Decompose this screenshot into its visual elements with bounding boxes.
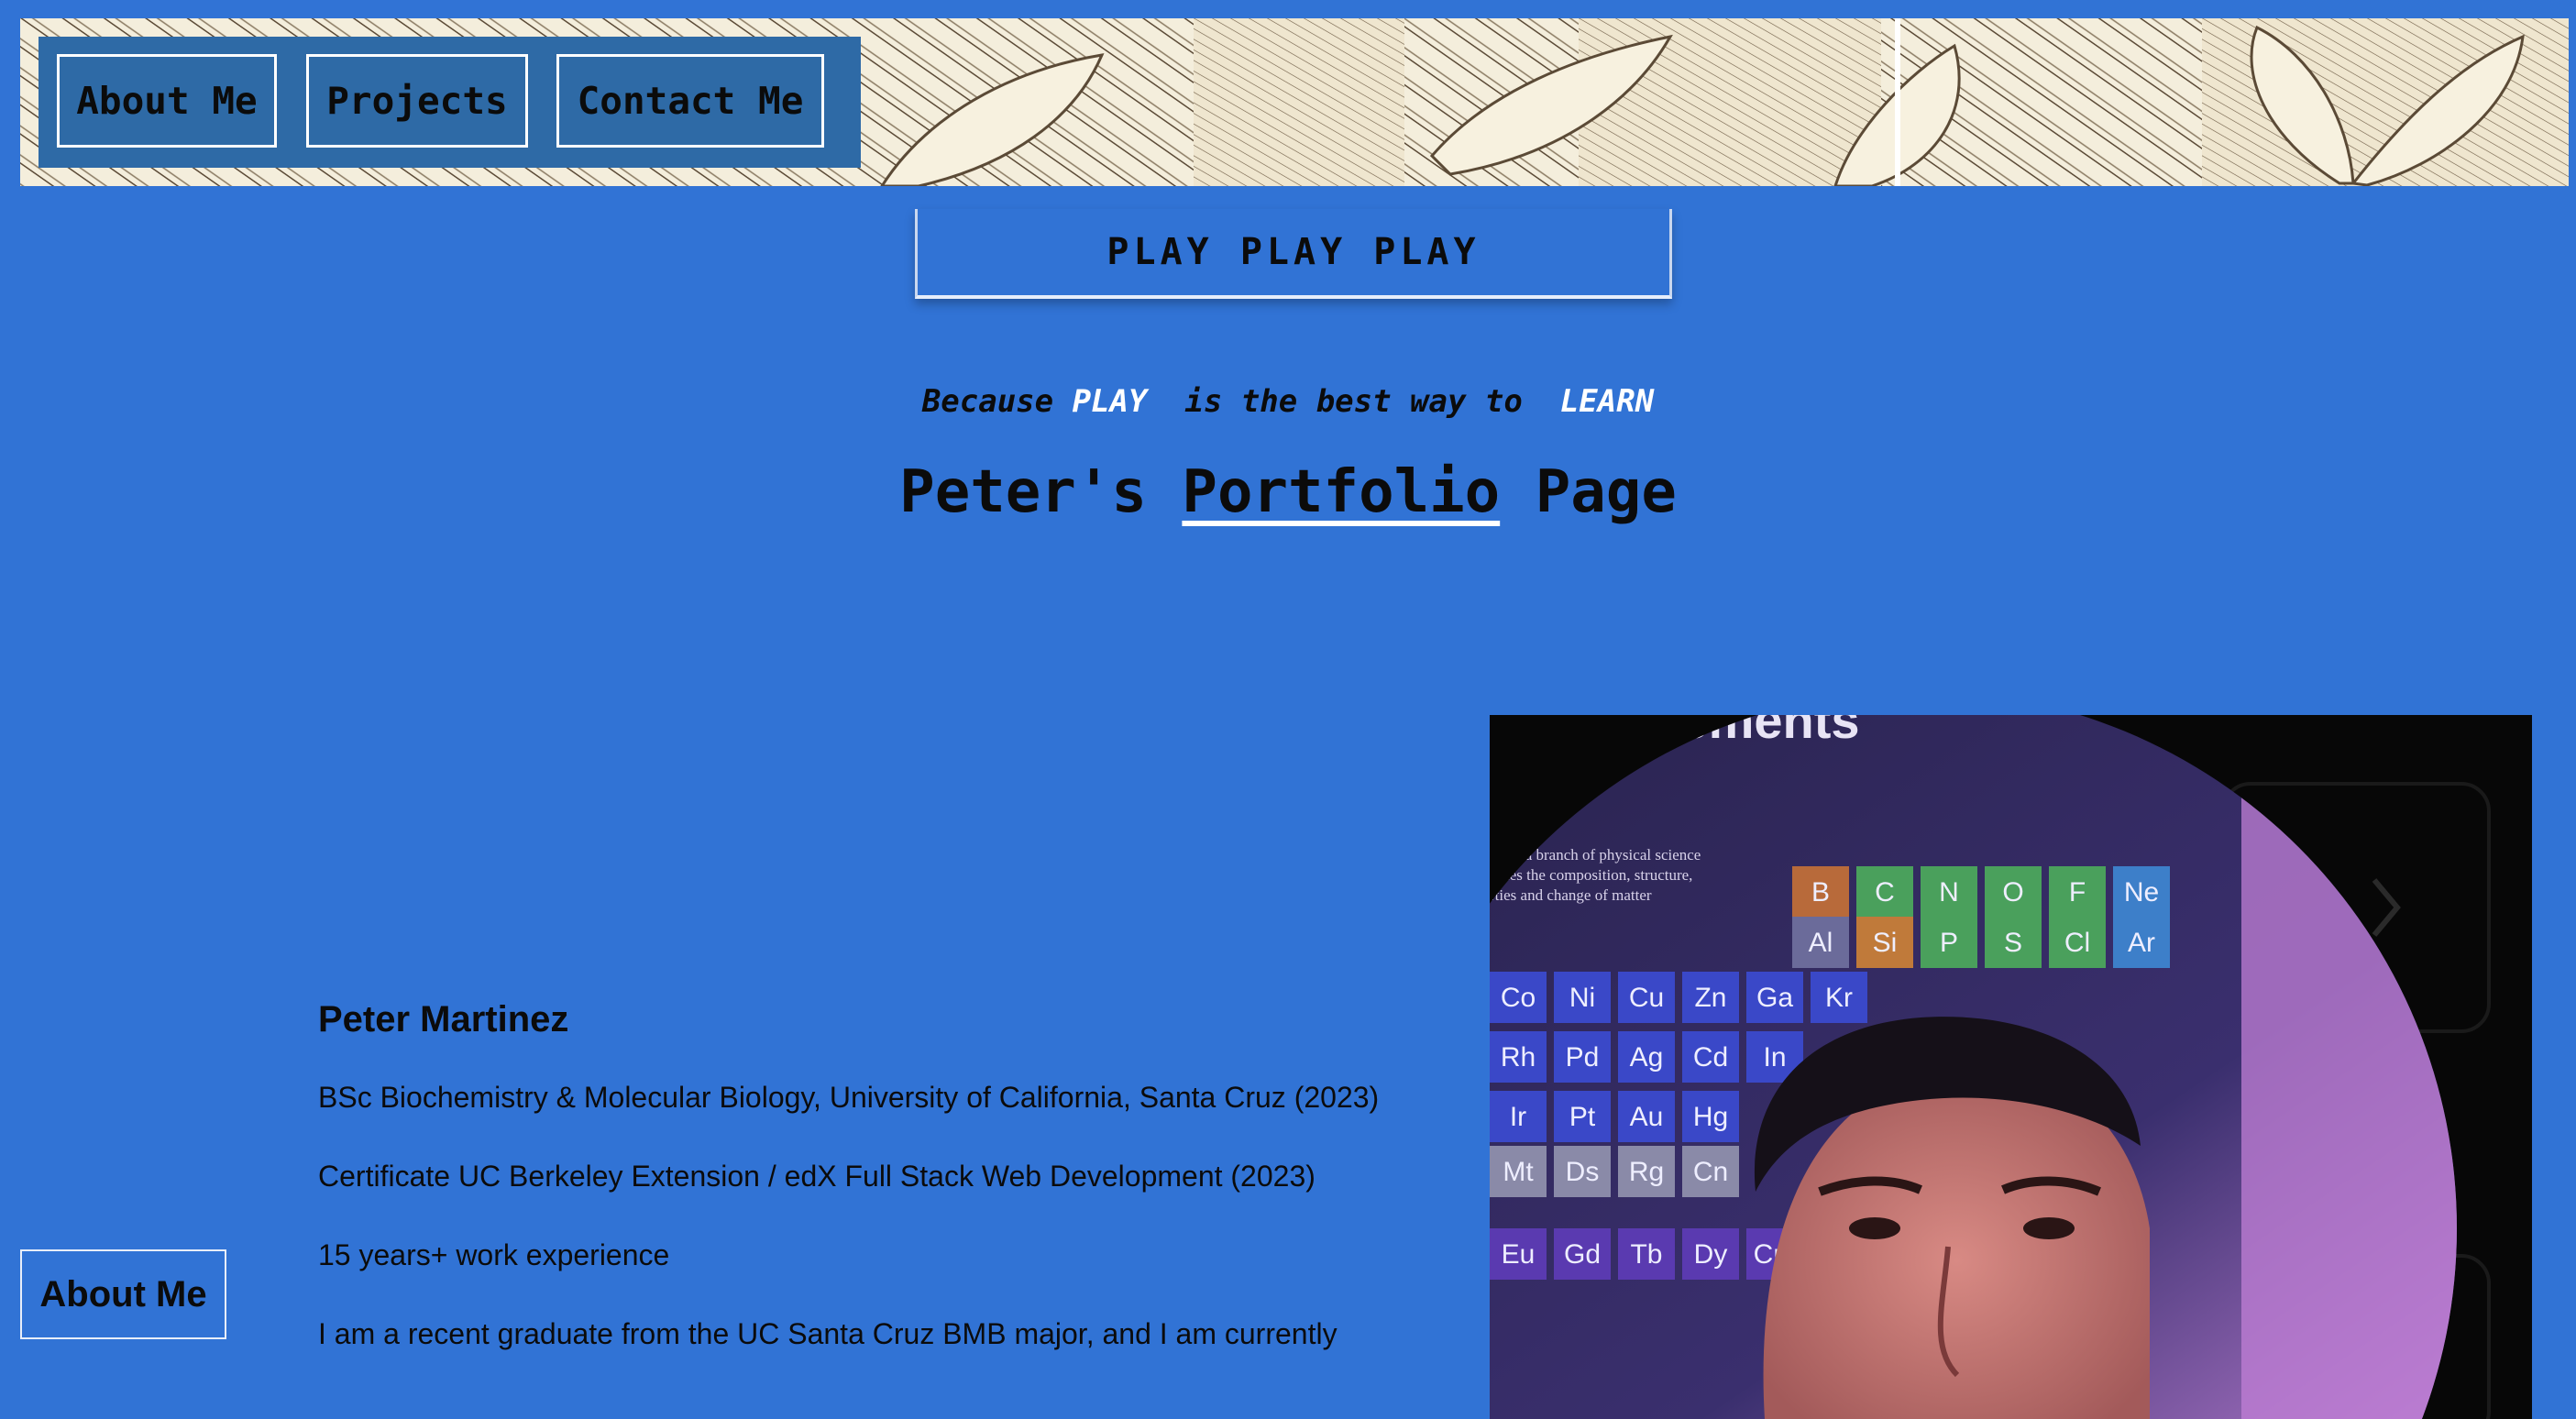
bio-experience: 15 years+ work experience [318, 1238, 670, 1271]
play-banner: PLAY PLAY PLAY [915, 209, 1672, 299]
poster-title: the Elements [1540, 715, 1860, 749]
element-symbol: F [2069, 877, 2086, 908]
about-me-section-label[interactable]: About Me [20, 1249, 226, 1339]
chevron-right-icon [2372, 878, 2401, 937]
bio-section: Peter Martinez BSc Biochemistry & Molecu… [318, 999, 1382, 1391]
tagline: Because PLAY is the best way to LEARN [0, 383, 2576, 420]
element-symbol: C [1875, 877, 1895, 908]
tagline-highlight-learn: LEARN [1559, 383, 1655, 420]
element-symbol: P [1940, 928, 1958, 958]
element-symbol: Kr [1825, 983, 1853, 1013]
element-symbol: Au [1630, 1102, 1664, 1132]
poster-text-line-1: try is a branch of physical science [1490, 846, 1701, 864]
right-eye [2023, 1217, 2075, 1239]
element-symbol: B [1811, 877, 1830, 908]
nav-contact-me-button[interactable]: Contact Me [556, 54, 824, 148]
tagline-prefix: Because [921, 383, 1073, 420]
poster-text-line-3: rties and change of matter [1490, 886, 1652, 904]
bio-name: Peter Martinez [318, 999, 569, 1040]
element-symbol: Tb [1630, 1239, 1662, 1270]
element-symbol: Ir [1510, 1102, 1526, 1132]
element-symbol: O [2002, 877, 2023, 908]
profile-photo: the Elements try is a branch of physical… [1490, 715, 2532, 1419]
left-eye [1849, 1217, 1900, 1239]
element-symbol: Cu [1629, 983, 1664, 1013]
element-symbol: Eu [1502, 1239, 1536, 1270]
tagline-middle: is the best way to [1147, 383, 1560, 420]
element-symbol: S [2004, 928, 2022, 958]
element-symbol: Gd [1564, 1239, 1601, 1270]
element-symbol: Cd [1693, 1042, 1728, 1072]
element-symbol: In [1763, 1042, 1786, 1072]
element-symbol: Mt [1503, 1157, 1534, 1187]
element-symbol: Rh [1501, 1042, 1536, 1072]
element-symbol: Dy [1694, 1239, 1728, 1270]
element-symbol: Rg [1629, 1157, 1664, 1187]
element-symbol: Hg [1693, 1102, 1728, 1132]
tagline-highlight-play: PLAY [1072, 383, 1148, 420]
title-after: Page [1500, 458, 1677, 526]
element-symbol: Ar [2128, 928, 2155, 958]
header-banner: About Me Projects Contact Me [20, 18, 2569, 186]
poster-text-line-2: udies the composition, structure, [1490, 866, 1692, 884]
element-symbol: Ne [2124, 877, 2159, 908]
page-title: Peter's Portfolio Page [0, 458, 2576, 526]
element-symbol: Ni [1569, 983, 1595, 1013]
bio-intro: I am a recent graduate from the UC Santa… [318, 1317, 1338, 1350]
element-symbol: Al [1809, 928, 1833, 958]
element-symbol: Zn [1694, 983, 1726, 1013]
element-symbol: Cl [2064, 928, 2090, 958]
bio-certificate: Certificate UC Berkeley Extension / edX … [318, 1160, 1316, 1193]
nav-about-me-button[interactable]: About Me [57, 54, 277, 148]
element-symbol: N [1939, 877, 1959, 908]
element-symbol: Pt [1569, 1102, 1596, 1132]
element-symbol: Pd [1566, 1042, 1600, 1072]
main-nav: About Me Projects Contact Me [39, 37, 861, 168]
title-underlined: Portfolio [1182, 458, 1501, 526]
nav-projects-button[interactable]: Projects [306, 54, 528, 148]
bio-education: BSc Biochemistry & Molecular Biology, Un… [318, 1081, 1380, 1114]
element-symbol: Co [1501, 983, 1536, 1013]
element-symbol: Ag [1630, 1042, 1664, 1072]
element-symbol: Cn [1693, 1157, 1728, 1187]
profile-photo-illustration: the Elements try is a branch of physical… [1490, 715, 2491, 1419]
element-symbol: Ds [1566, 1157, 1600, 1187]
element-symbol: Si [1873, 928, 1898, 958]
title-before: Peter's [899, 458, 1183, 526]
element-symbol: Ga [1756, 983, 1793, 1013]
